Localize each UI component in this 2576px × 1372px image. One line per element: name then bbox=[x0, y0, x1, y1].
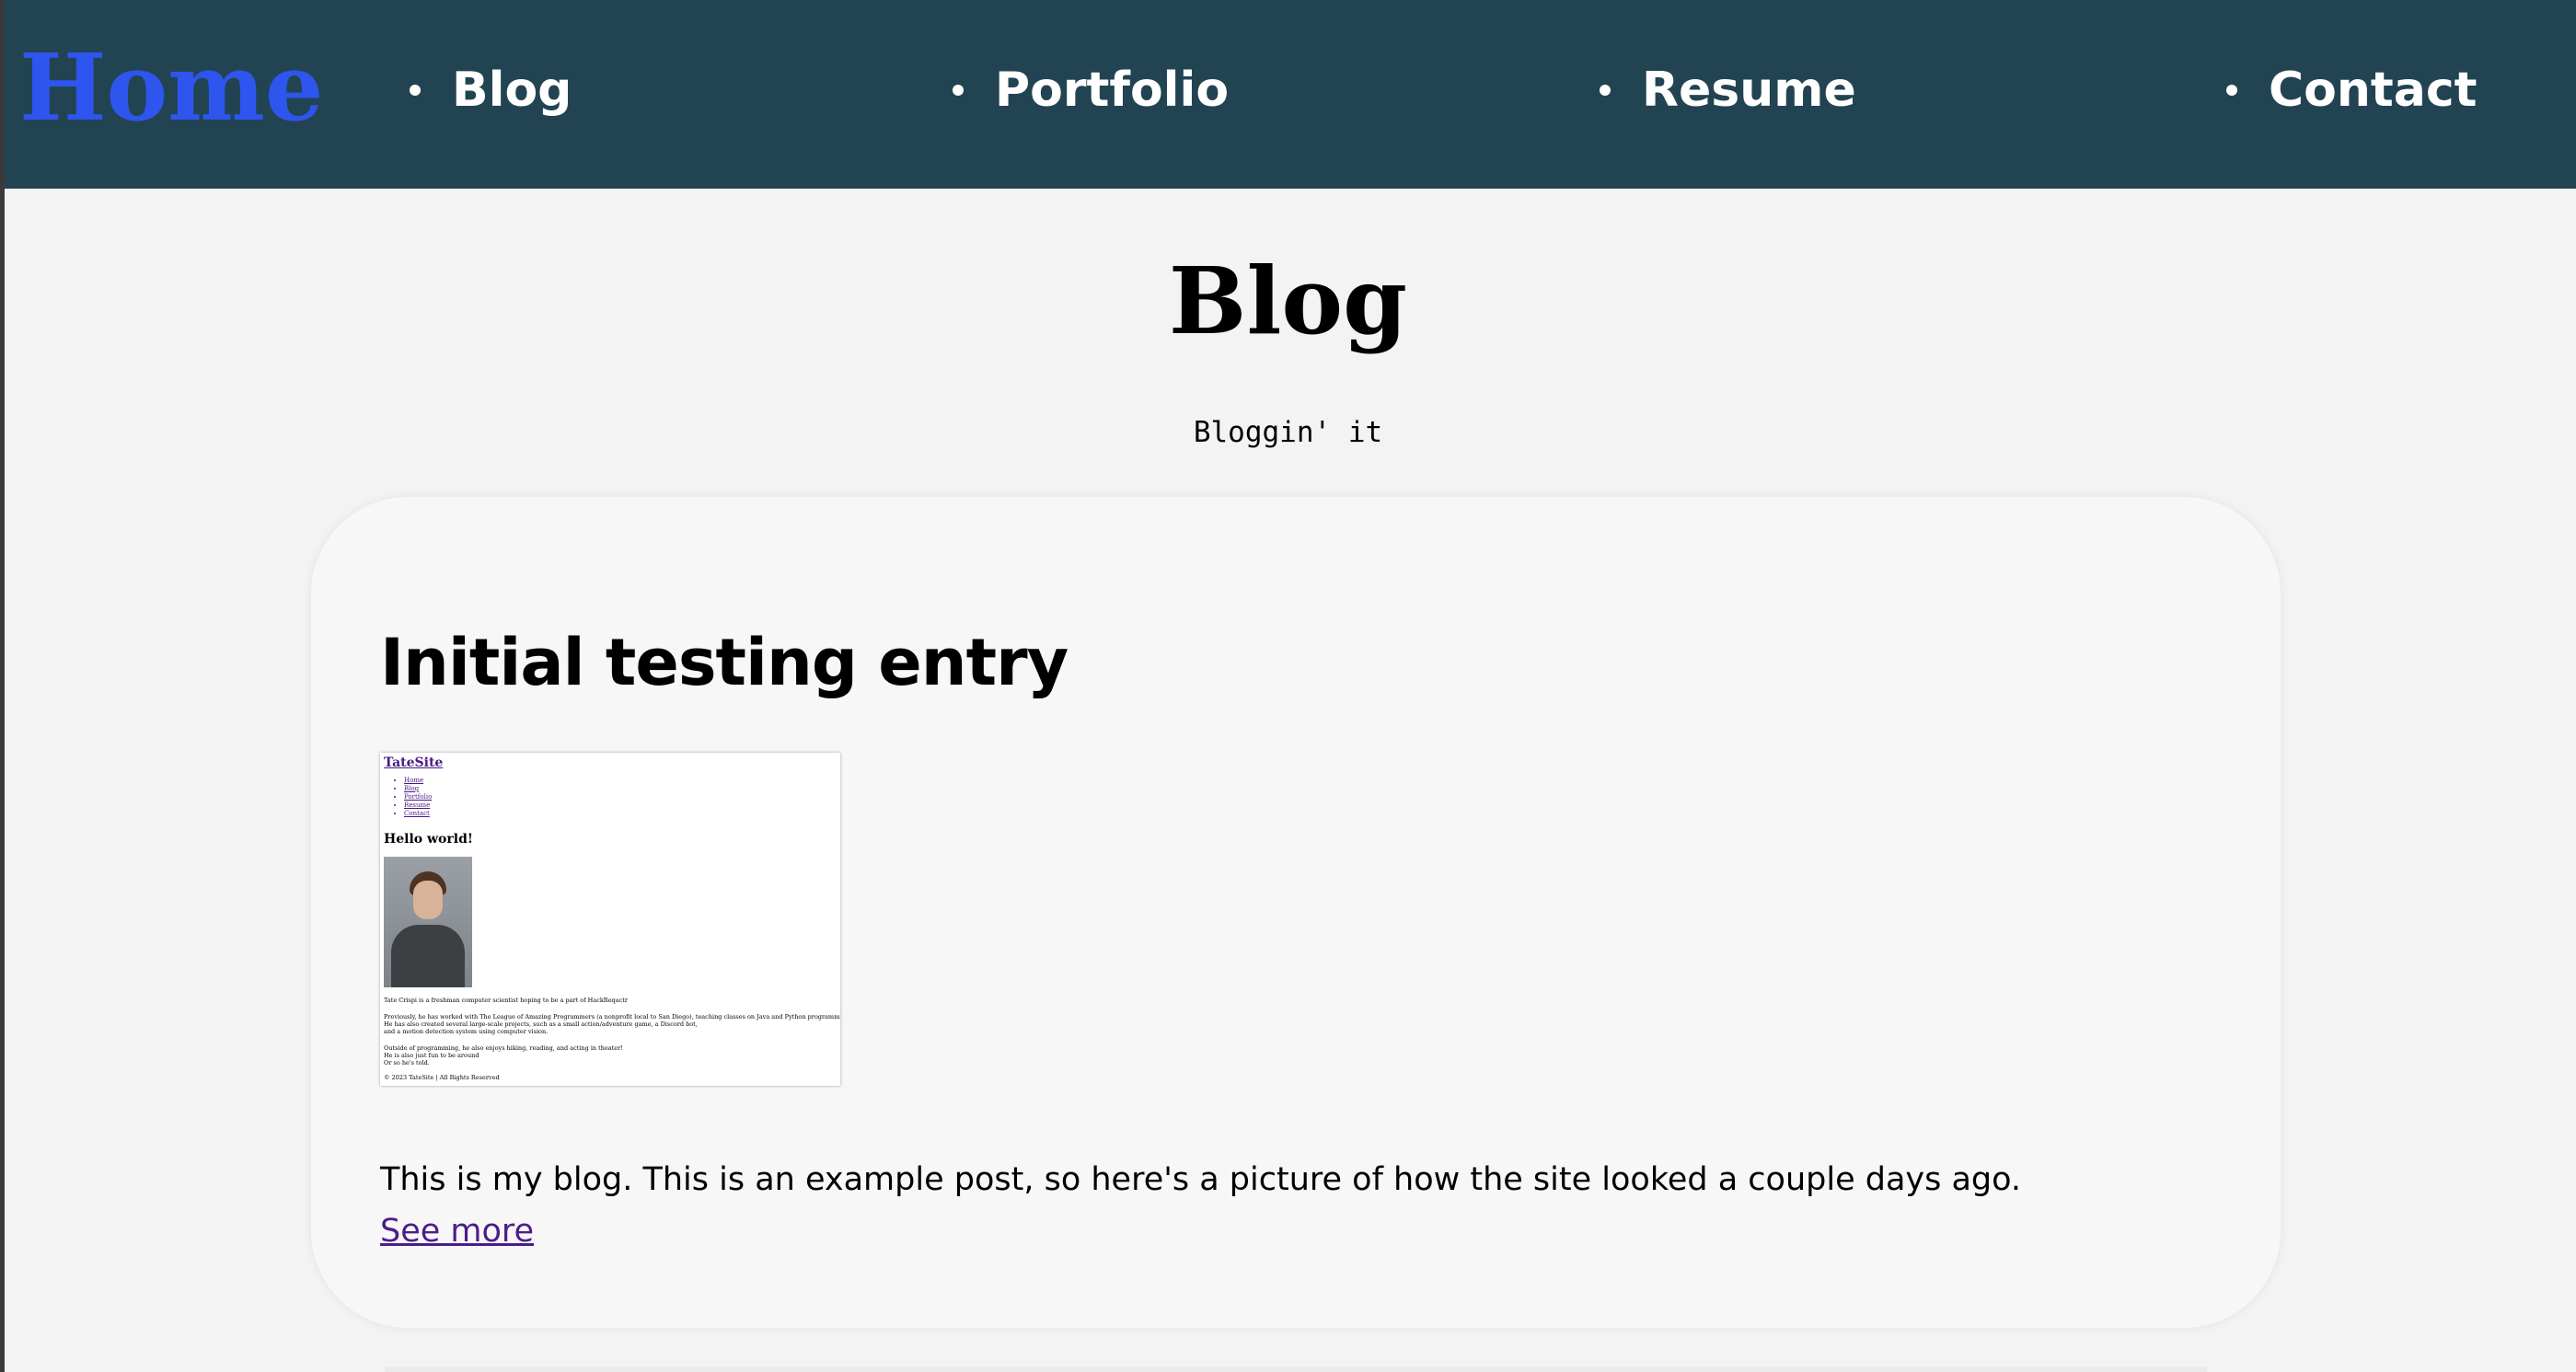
screenshot-nav-item: Resume bbox=[404, 801, 432, 810]
top-navbar: Home Blog Portfolio Resume Contact bbox=[5, 0, 2576, 189]
post-body: This is my blog. This is an example post… bbox=[380, 1161, 2022, 1198]
screenshot-portrait-photo bbox=[384, 857, 472, 987]
bullet-icon bbox=[953, 85, 964, 96]
post-title: Initial testing entry bbox=[380, 625, 1069, 700]
screenshot-text-line: He has also created several large-scale … bbox=[384, 1020, 698, 1028]
nav-item-resume[interactable]: Resume bbox=[1600, 57, 1856, 123]
screenshot-text-line: Previously, he has worked with The Leagu… bbox=[384, 1013, 840, 1020]
nav-item-blog[interactable]: Blog bbox=[410, 57, 572, 123]
bullet-icon bbox=[410, 85, 421, 96]
screenshot-footer: © 2023 TateSite | All Rights Reserved bbox=[384, 1074, 500, 1081]
page-title: Blog bbox=[1168, 247, 1408, 355]
window-left-border bbox=[0, 0, 5, 1372]
screenshot-site-name: TateSite bbox=[384, 755, 444, 770]
nav-home-link[interactable]: Home bbox=[19, 28, 324, 147]
next-card-edge bbox=[385, 1367, 2207, 1372]
nav-item-portfolio[interactable]: Portfolio bbox=[953, 57, 1229, 123]
screenshot-nav-item: Portfolio bbox=[404, 793, 432, 801]
nav-item-label: Resume bbox=[1642, 63, 1856, 118]
screenshot-text-line: He is also just fun to be around bbox=[384, 1052, 479, 1059]
see-more-link[interactable]: See more bbox=[380, 1208, 534, 1254]
nav-item-label: Portfolio bbox=[995, 63, 1230, 118]
blog-post-card: Initial testing entry TateSite Home Blog… bbox=[311, 497, 2281, 1328]
screenshot-text-line: and a motion detection system using comp… bbox=[384, 1028, 549, 1035]
screenshot-nav-list: Home Blog Portfolio Resume Contact bbox=[399, 777, 432, 818]
nav-item-label: Contact bbox=[2269, 63, 2478, 118]
screenshot-nav-item: Contact bbox=[404, 810, 432, 818]
bullet-icon bbox=[1600, 85, 1611, 96]
page-subtitle: Bloggin' it bbox=[1193, 416, 1383, 449]
nav-item-contact[interactable]: Contact bbox=[2226, 57, 2478, 123]
nav-item-label: Blog bbox=[452, 63, 572, 118]
screenshot-heading: Hello world! bbox=[384, 832, 474, 847]
screenshot-nav-item: Blog bbox=[404, 785, 432, 793]
post-screenshot-image: TateSite Home Blog Portfolio Resume Cont… bbox=[380, 753, 840, 1086]
screenshot-text-line: Tate Crispi is a freshman computer scien… bbox=[384, 997, 628, 1004]
screenshot-text-line: Outside of programming, he also enjoys h… bbox=[384, 1044, 623, 1052]
screenshot-text-line: Or so he's told. bbox=[384, 1059, 430, 1066]
screenshot-nav-item: Home bbox=[404, 777, 432, 785]
bullet-icon bbox=[2226, 85, 2237, 96]
